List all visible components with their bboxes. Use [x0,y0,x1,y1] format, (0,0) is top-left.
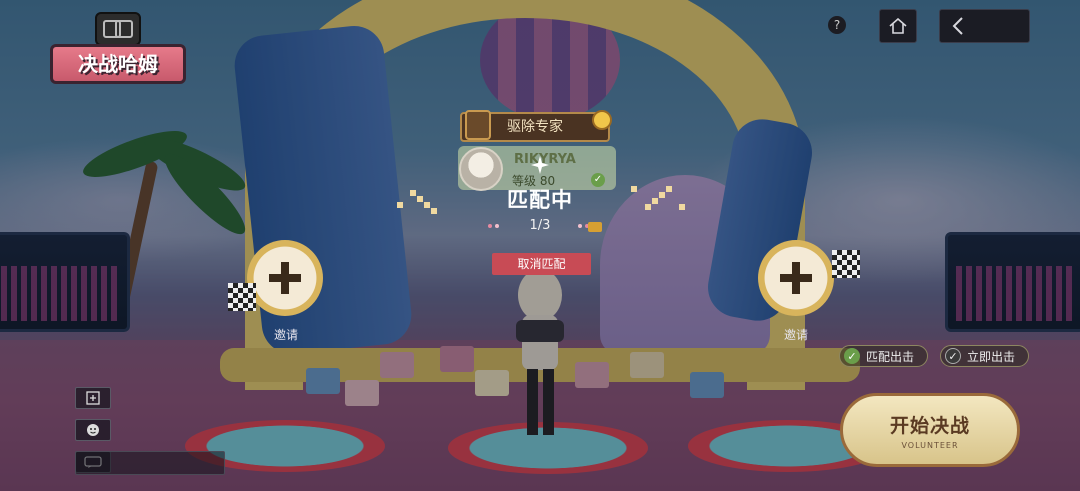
pixel-decor [424,202,430,208]
pixel-decor [397,202,403,208]
home-button[interactable] [879,9,917,43]
gift-box [630,352,664,378]
plus-icon [780,262,812,294]
start-battle-button[interactable]: 开始决战 VOLUNTEER [840,393,1020,467]
checkbox-checked-icon: ✓ [844,348,860,364]
match-count: 1/3 [529,218,551,233]
task-button[interactable] [75,387,111,409]
pixel-decor [645,204,651,210]
match-start-toggle[interactable]: ✓ 匹配出击 [839,345,928,367]
start-battle-label: 开始决战 [889,414,970,437]
pixel-decor [659,192,665,198]
title-emblem-icon [465,110,491,140]
pixel-decor [417,196,423,202]
gift-box [345,380,379,406]
sparkle-icon [531,156,549,174]
back-button[interactable] [939,9,1030,43]
checkered-flag-icon [228,283,256,311]
mode-logo-text: 决战哈姆 [78,52,158,76]
emote-button[interactable] [75,419,111,441]
plus-icon [269,262,301,294]
instant-start-toggle[interactable]: ✓ 立即出击 [940,345,1029,367]
cancel-match-button[interactable]: 取消匹配 [492,253,591,275]
pixel-decor [666,186,672,192]
back-arrow-icon [952,17,963,35]
progress-dot [495,224,499,228]
pixel-decor [431,208,437,214]
speaker-right [945,232,1080,332]
logo-emblem [95,12,141,46]
progress-dot [488,224,492,228]
pointer-icon [588,222,602,232]
pixel-decor [652,198,658,204]
gift-box [440,346,474,372]
pixel-decor [679,204,685,210]
match-start-label: 匹配出击 [866,349,915,364]
pixel-decor [410,190,416,196]
invite-slot-right[interactable] [758,240,834,316]
gift-box [306,368,340,394]
chat-input-bar[interactable] [75,451,225,475]
start-battle-sublabel: VOLUNTEER [901,440,959,450]
invite-label-right: 邀请 [783,328,808,342]
invite-label-left: 邀请 [273,328,298,342]
help-icon[interactable]: ? [828,16,846,34]
gift-box [690,372,724,398]
mode-logo: 决战哈姆 [50,44,186,84]
instant-start-label: 立即出击 [967,349,1016,364]
invite-slot-left[interactable] [247,240,323,316]
gift-box [575,362,609,388]
player-title: 驱除专家 [507,119,563,135]
checkered-flag-icon [832,250,860,278]
coin-icon [592,110,612,130]
matching-status: 匹配中 [507,188,573,212]
pixel-decor [631,186,637,192]
gift-box [380,352,414,378]
smiley-icon [87,424,99,436]
player-character [516,269,564,435]
task-list-icon [86,391,100,405]
speaker-left [0,232,130,332]
home-icon [889,18,907,34]
checkbox-icon: ✓ [945,348,961,364]
